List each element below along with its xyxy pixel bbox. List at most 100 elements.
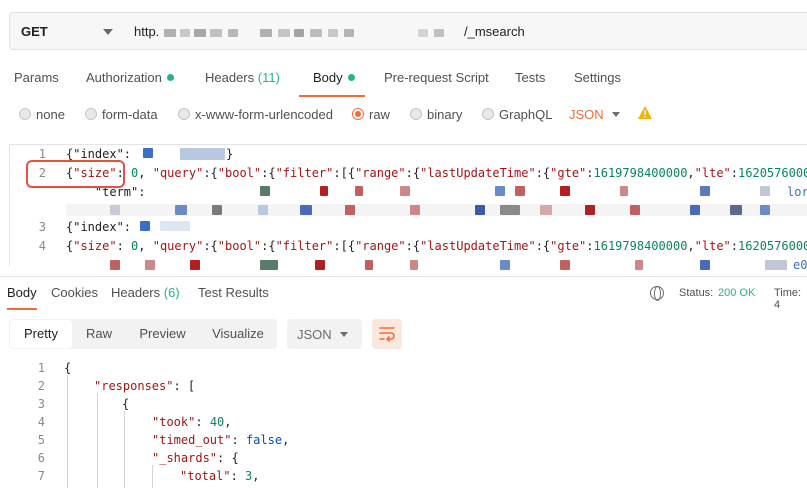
status-label: Status: bbox=[679, 287, 714, 299]
redacted-code bbox=[160, 221, 190, 231]
status-value[interactable]: 200 OK bbox=[718, 287, 755, 299]
line-number: 5 bbox=[37, 433, 45, 447]
redacted-code bbox=[475, 205, 485, 215]
method-select[interactable]: GET bbox=[9, 12, 125, 50]
redacted-code bbox=[400, 186, 410, 196]
response-tab-cookies[interactable]: Cookies bbox=[51, 285, 98, 300]
line-number: 4 bbox=[37, 415, 45, 429]
redacted-code bbox=[560, 260, 570, 270]
radio-graphql[interactable] bbox=[482, 108, 494, 120]
redacted-code bbox=[585, 205, 595, 215]
warning-icon[interactable] bbox=[638, 106, 652, 122]
radio-none[interactable] bbox=[19, 108, 31, 120]
view-raw-button[interactable]: Raw bbox=[75, 320, 123, 348]
redacted-code bbox=[630, 205, 640, 215]
redacted-code bbox=[260, 260, 278, 270]
code-line: {"index": bbox=[66, 220, 132, 234]
line-number: 1 bbox=[38, 147, 46, 161]
radio-raw[interactable] bbox=[352, 108, 364, 120]
time-label[interactable]: Time: 4 bbox=[774, 287, 807, 311]
tab-body[interactable]: Body bbox=[313, 70, 343, 85]
authorization-status-dot bbox=[167, 74, 174, 81]
redacted-code bbox=[110, 260, 120, 270]
redacted-url-part bbox=[260, 29, 272, 37]
chevron-down-icon[interactable] bbox=[612, 112, 620, 117]
json-line: { bbox=[122, 397, 130, 411]
tab-settings[interactable]: Settings bbox=[574, 70, 621, 85]
url-prefix: http. bbox=[134, 24, 160, 39]
indent-guide bbox=[67, 375, 68, 488]
redacted-code bbox=[110, 205, 120, 215]
redacted-code bbox=[635, 260, 643, 270]
redacted-code bbox=[500, 260, 510, 270]
response-tab-test-results[interactable]: Test Results bbox=[198, 285, 269, 300]
redacted-url-part bbox=[278, 29, 290, 37]
view-pretty-button[interactable]: Pretty bbox=[10, 320, 72, 348]
code-line: {"size": 0, "query":{"bool":{"filter":[{… bbox=[66, 166, 807, 180]
globe-icon[interactable] bbox=[650, 286, 664, 301]
redacted-code bbox=[258, 205, 268, 215]
tab-tests[interactable]: Tests bbox=[515, 70, 545, 85]
line-number: 6 bbox=[37, 451, 45, 465]
redacted-url-part bbox=[194, 29, 206, 37]
redacted-code bbox=[190, 260, 200, 270]
redacted-url-part bbox=[164, 29, 176, 37]
line-number: 1 bbox=[37, 361, 45, 375]
redacted-code bbox=[180, 148, 225, 160]
redacted-url-part bbox=[418, 29, 428, 37]
chevron-down-icon bbox=[103, 29, 113, 35]
redacted-code bbox=[143, 148, 153, 158]
headers-count: (11) bbox=[257, 70, 280, 85]
radio-binary[interactable] bbox=[410, 108, 422, 120]
json-line: { bbox=[64, 361, 72, 375]
panel-divider bbox=[0, 276, 807, 277]
response-headers-count: (6) bbox=[163, 285, 180, 300]
redacted-code bbox=[410, 205, 420, 215]
indent-guide bbox=[152, 465, 153, 488]
url-input[interactable]: http. /_msearch bbox=[124, 12, 807, 50]
tab-headers-label: Headers bbox=[205, 70, 255, 85]
redacted-code bbox=[500, 205, 520, 215]
json-line: "total": 3, bbox=[180, 469, 260, 483]
raw-format-select[interactable]: JSON bbox=[569, 107, 604, 122]
chevron-down-icon bbox=[340, 332, 348, 337]
redacted-code bbox=[540, 205, 552, 215]
redacted-code bbox=[765, 260, 787, 270]
json-line: "timed_out": false, bbox=[152, 433, 290, 447]
redacted-code bbox=[760, 205, 770, 215]
redacted-url-part bbox=[434, 29, 444, 37]
radio-x-www-form-urlencoded[interactable] bbox=[178, 108, 190, 120]
redacted-code bbox=[320, 186, 328, 196]
redacted-url-part bbox=[310, 29, 322, 37]
radio-none-label: none bbox=[36, 107, 65, 122]
tab-headers[interactable]: Headers (11) bbox=[205, 70, 280, 85]
response-tab-body[interactable]: Body bbox=[7, 285, 37, 300]
active-response-tab-indicator bbox=[7, 308, 37, 310]
redacted-code bbox=[620, 186, 628, 196]
line-number: 3 bbox=[37, 397, 45, 411]
response-tab-headers[interactable]: Headers (6) bbox=[111, 285, 180, 300]
indent-guide bbox=[124, 411, 125, 488]
redacted-code bbox=[560, 186, 570, 196]
redacted-code bbox=[760, 186, 770, 196]
method-label: GET bbox=[21, 24, 48, 39]
redacted-url-part bbox=[328, 29, 338, 37]
line-number: 2 bbox=[37, 379, 45, 393]
radio-raw-label: raw bbox=[369, 107, 390, 122]
view-visualize-button[interactable]: Visualize bbox=[203, 320, 273, 348]
view-preview-button[interactable]: Preview bbox=[130, 320, 195, 348]
redacted-code bbox=[730, 205, 742, 215]
tab-params[interactable]: Params bbox=[14, 70, 59, 85]
redacted-code bbox=[345, 205, 355, 215]
body-status-dot bbox=[348, 74, 355, 81]
tab-authorization[interactable]: Authorization bbox=[86, 70, 162, 85]
size-highlight-box bbox=[26, 160, 125, 188]
redacted-code bbox=[300, 205, 312, 215]
redacted-code bbox=[700, 186, 710, 196]
radio-form-data[interactable] bbox=[85, 108, 97, 120]
redacted-code bbox=[700, 260, 710, 270]
radio-binary-label: binary bbox=[427, 107, 463, 122]
redacted-code bbox=[175, 205, 187, 215]
tab-pre-request-script[interactable]: Pre-request Script bbox=[384, 70, 489, 85]
json-line: "_shards": { bbox=[152, 451, 239, 465]
